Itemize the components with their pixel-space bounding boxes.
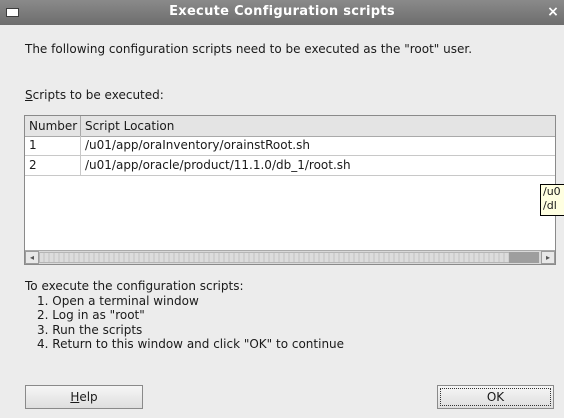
table-row[interactable]: 1 /u01/app/oraInventory/orainstRoot.sh (25, 136, 555, 156)
help-button[interactable]: Help (25, 385, 143, 409)
scripts-label-text: cripts to be executed: (32, 88, 164, 102)
ok-button[interactable]: OK (437, 385, 554, 409)
scroll-right-icon[interactable]: ▸ (541, 251, 555, 264)
scrollbar-track-segment (509, 252, 539, 263)
path-tooltip: /u0 /dl (540, 184, 564, 216)
column-header-script-location[interactable]: Script Location (81, 116, 555, 136)
instructions-heading: To execute the configuration scripts: (25, 279, 244, 293)
window-title: Execute Configuration scripts (169, 4, 395, 19)
column-header-number[interactable]: Number (25, 116, 81, 136)
instruction-step: 2. Log in as "root" (37, 308, 145, 322)
row-number: 2 (25, 156, 81, 175)
instruction-step: 1. Open a terminal window (37, 293, 199, 308)
close-icon[interactable]: × (544, 3, 562, 21)
intro-text: The following configuration scripts need… (25, 42, 473, 56)
title-bar[interactable]: Execute Configuration scripts × (0, 0, 564, 25)
table-row[interactable]: 2 /u01/app/oracle/product/11.1.0/db_1/ro… (25, 156, 555, 176)
scroll-left-icon[interactable]: ◂ (25, 251, 39, 264)
tooltip-line-2: /dl (543, 199, 557, 212)
tooltip-line-1: /u0 (543, 185, 561, 198)
scrollbar-thumb[interactable] (39, 252, 511, 263)
execute-config-scripts-dialog: Execute Configuration scripts × The foll… (0, 0, 564, 418)
table-header: Number Script Location (25, 116, 555, 137)
scripts-table[interactable]: Number Script Location 1 /u01/app/oraInv… (24, 115, 556, 265)
row-number: 1 (25, 136, 81, 155)
instructions: To execute the configuration scripts: 1.… (25, 279, 344, 352)
instruction-step: 4. Return to this window and click "OK" … (37, 337, 345, 351)
instruction-step: 3. Run the scripts (37, 322, 143, 337)
scripts-to-be-executed-label: Scripts to be executed: (25, 88, 164, 102)
scripts-label-mnemonic: S (25, 88, 33, 102)
row-script-location: /u01/app/oracle/product/11.1.0/db_1/root… (85, 158, 351, 172)
row-script-location: /u01/app/oraInventory/orainstRoot.sh (85, 138, 310, 152)
help-mnemonic: H (70, 390, 80, 404)
help-label: elp (79, 390, 98, 404)
horizontal-scrollbar[interactable]: ◂ ▸ (25, 250, 555, 264)
